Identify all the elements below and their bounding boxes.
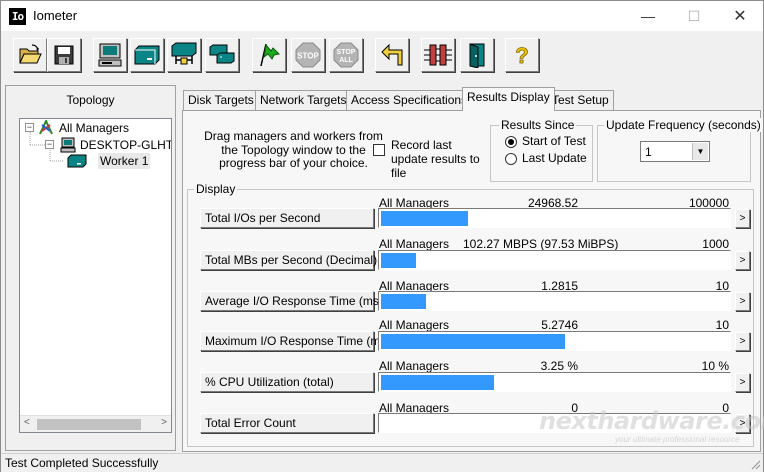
tab-results-display[interactable]: Results Display: [462, 87, 555, 111]
progress-bar-fill: [381, 334, 565, 349]
duplicate-worker-button[interactable]: [205, 38, 239, 72]
scroll-left-arrow[interactable]: <: [24, 417, 30, 428]
save-config-button[interactable]: [47, 38, 81, 72]
about-button[interactable]: ?: [505, 38, 539, 72]
tab-access-specifications[interactable]: Access Specifications: [346, 90, 473, 110]
topology-tree[interactable]: − All Managers − DESKTOP-GLHTN Worker 1 …: [19, 118, 172, 433]
record-results-label: Record last update results to file: [391, 138, 480, 180]
iometer-app-icon: Io: [9, 8, 26, 25]
status-bar: Test Completed Successfully: [1, 453, 763, 472]
topology-title: Topology: [66, 93, 115, 107]
floppy-disk-icon: [54, 45, 74, 65]
tab-network-targets[interactable]: Network Targets: [255, 90, 352, 110]
resize-grip-icon[interactable]: [749, 458, 761, 470]
radio-start-of-test[interactable]: [505, 136, 517, 148]
stop-all-label-2: ALL: [339, 57, 353, 64]
toolbar: STOP STOP ALL ?: [1, 32, 763, 76]
progress-bar-fill: [381, 253, 416, 268]
disk-array-icon: [424, 44, 452, 66]
results-since-title: Results Since: [499, 118, 577, 132]
progress-bar[interactable]: [378, 413, 731, 433]
progress-bar[interactable]: [378, 372, 731, 392]
stop-label: STOP: [297, 52, 319, 61]
duplicate-config-button[interactable]: [421, 38, 455, 72]
metric-options-arrow-button[interactable]: >: [735, 251, 750, 270]
tab-disk-targets[interactable]: Disk Targets: [183, 90, 259, 110]
reset-workers-button[interactable]: [375, 38, 409, 72]
tab-test-setup[interactable]: Test Setup: [547, 90, 614, 110]
progress-bar[interactable]: [378, 291, 731, 311]
metric-options-arrow-button[interactable]: >: [735, 373, 750, 392]
metric-options-arrow-button[interactable]: >: [735, 332, 750, 351]
radio-start-of-test-label: Start of Test: [522, 134, 586, 148]
drag-instructions: Drag managers and workers from the Topol…: [204, 129, 383, 170]
tree-label-all-managers: All Managers: [59, 121, 130, 135]
metric-button[interactable]: Maximum I/O Response Time (ms): [200, 331, 390, 351]
new-manager-button[interactable]: [93, 38, 127, 72]
radio-last-update-label: Last Update: [522, 151, 587, 165]
minimize-button[interactable]: —: [625, 1, 671, 31]
progress-bar-fill: [381, 211, 468, 226]
help-question-icon: ?: [515, 43, 529, 68]
folder-open-icon: [19, 44, 42, 64]
duplicate-worker-icon: [209, 44, 235, 64]
topology-panel: Topology − All Managers − DESKTOP-GLHTN …: [5, 85, 176, 451]
metric-button[interactable]: % CPU Utilization (total): [200, 372, 374, 392]
computer-icon: [98, 43, 122, 67]
stop-test-button[interactable]: STOP: [291, 38, 325, 72]
topology-horizontal-scrollbar[interactable]: < >: [20, 415, 171, 432]
window-title: Iometer: [33, 8, 78, 23]
network-managers-icon: [39, 120, 53, 135]
iometer-window: Io Iometer — ☐ ✕ STOP STOP ALL ? Topolog…: [0, 0, 764, 472]
help-question-glyph: ?: [515, 43, 528, 68]
record-results-checkbox[interactable]: [373, 144, 385, 156]
chevron-down-icon[interactable]: ▼: [692, 143, 708, 160]
status-text: Test Completed Successfully: [5, 456, 159, 470]
scroll-right-arrow[interactable]: >: [161, 417, 167, 428]
tree-expander-desktop[interactable]: −: [45, 140, 54, 149]
green-flag-icon: [260, 43, 281, 67]
start-tests-button[interactable]: [252, 38, 286, 72]
metric-button[interactable]: Total I/Os per Second: [200, 208, 374, 228]
metric-options-arrow-button[interactable]: >: [735, 414, 750, 433]
metric-button[interactable]: Total Error Count: [200, 413, 374, 433]
progress-bar-fill: [381, 294, 426, 309]
progress-bar-fill: [381, 375, 494, 390]
disk-worker-icon: [134, 45, 160, 65]
disk-worker-icon: [67, 154, 87, 168]
scroll-thumb[interactable]: [37, 419, 141, 430]
progress-bar[interactable]: [378, 208, 731, 228]
progress-bar[interactable]: [378, 250, 731, 270]
update-frequency-title: Update Frequency (seconds): [604, 118, 763, 132]
stop-all-button[interactable]: STOP ALL: [329, 38, 363, 72]
update-frequency-select[interactable]: 1 ▼: [640, 141, 710, 162]
update-frequency-value: 1: [645, 145, 652, 159]
metric-options-arrow-button[interactable]: >: [735, 292, 750, 311]
tree-expander-all-managers[interactable]: −: [25, 123, 34, 132]
reset-arrow-icon: [381, 43, 403, 66]
progress-bar[interactable]: [378, 331, 731, 351]
metric-options-arrow-button[interactable]: >: [735, 209, 750, 228]
new-network-worker-button[interactable]: [167, 38, 201, 72]
metric-button[interactable]: Total MBs per Second (Decimal): [200, 250, 377, 270]
stop-sign-icon: STOP: [295, 42, 321, 68]
tree-label-worker-1: Worker 1: [98, 153, 151, 169]
exit-iometer-button[interactable]: [460, 38, 494, 72]
title-bar[interactable]: Io Iometer — ☐ ✕: [1, 1, 763, 31]
computer-icon: [60, 137, 76, 153]
tree-item-worker-1[interactable]: Worker 1: [67, 153, 167, 169]
display-title: Display: [194, 182, 238, 196]
tree-label-desktop: DESKTOP-GLHTN: [80, 138, 172, 152]
new-disk-worker-button[interactable]: [130, 38, 164, 72]
close-button[interactable]: ✕: [717, 1, 763, 31]
stop-all-sign-icon: STOP ALL: [333, 42, 359, 68]
open-config-button[interactable]: [13, 38, 47, 72]
maximize-button[interactable]: ☐: [671, 1, 717, 31]
network-worker-icon: [171, 42, 197, 65]
door-exit-icon: [469, 43, 485, 68]
metric-button[interactable]: Average I/O Response Time (ms): [200, 291, 383, 311]
radio-last-update[interactable]: [505, 153, 517, 165]
stop-all-label-1: STOP: [337, 49, 356, 56]
